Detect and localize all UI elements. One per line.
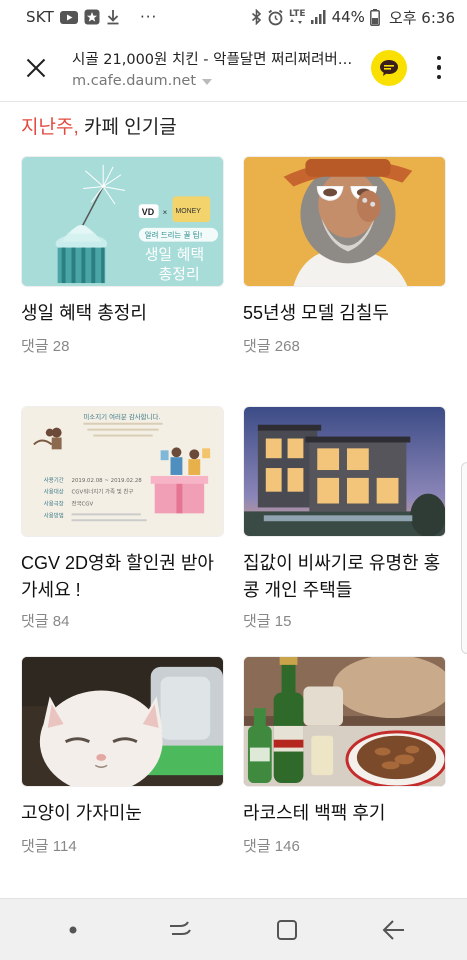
system-nav-bar — [0, 898, 467, 960]
recent-apps-button[interactable] — [150, 905, 210, 955]
section-heading: 지난주, 카페 인기글 — [21, 112, 177, 139]
dot-icon — [69, 926, 77, 933]
more-dot-icon — [436, 74, 442, 80]
post-title: CGV 2D영화 할인권 받아가세요 ! — [21, 553, 214, 600]
edge-panel-handle[interactable] — [461, 462, 467, 654]
bluetooth-icon — [251, 9, 262, 25]
youtube-icon — [59, 10, 78, 24]
post-thumbnail-food — [243, 656, 446, 787]
svg-text:VD: VD — [142, 207, 155, 217]
post-card[interactable]: 55년생 모델 김칠두 댓글 268 — [243, 156, 446, 406]
post-title: 생일 혜택 총정리 — [21, 303, 147, 323]
thumb-value-2: CGV워너지기 가족 및 친구 — [72, 488, 134, 496]
page-title-block: 시골 21,000원 치킨 - 악플달면 쩌리쩌려버… m.cafe.daum.… — [72, 46, 371, 89]
post-thumbnail-birthday: VD × MONEY 알려 드리는 꿀 팁! 생일 혜택 총정리 — [21, 156, 224, 287]
download-icon — [106, 9, 120, 25]
alarm-icon — [267, 9, 284, 26]
kakaotalk-share-button[interactable] — [371, 49, 407, 86]
post-comment-count: 댓글 114 — [21, 838, 77, 855]
recent-apps-icon — [170, 920, 192, 935]
post-thumbnail-model — [243, 156, 446, 287]
post-card[interactable]: VD × MONEY 알려 드리는 꿀 팁! 생일 혜택 총정리 생일 혜택 총… — [21, 156, 224, 406]
svg-text:MONEY: MONEY — [175, 208, 201, 215]
post-title: 라코스테 백팩 후기 — [243, 803, 386, 823]
thumb-label-4: 사용방법 — [44, 511, 64, 519]
clock: 오후 6:36 — [388, 8, 455, 27]
thumb-line-2: 총정리 — [159, 266, 200, 283]
post-thumbnail-cgv: 미소지기 여러분 감사합니다. 사용기간 2019.02.08 ~ 2019.0… — [21, 406, 224, 537]
page-url-row[interactable]: m.cafe.daum.net — [72, 73, 371, 89]
page-title: 시골 21,000원 치킨 - 악플달면 쩌리쩌려버… — [72, 52, 352, 68]
more-dot-icon — [436, 55, 442, 61]
post-card[interactable]: 고양이 가자미눈 댓글 114 — [21, 656, 224, 906]
close-button[interactable] — [0, 34, 72, 102]
thumb-value-1: 2019.02.08 ~ 2019.02.28 — [72, 478, 143, 484]
chevron-down-icon — [202, 79, 213, 85]
post-title: 55년생 모델 김칠두 — [243, 303, 389, 323]
browser-header: 시골 21,000원 치킨 - 악플달면 쩌리쩌려버… m.cafe.daum.… — [0, 34, 467, 102]
app-badge-icon — [84, 9, 100, 25]
thumb-value-3: 전국CGV — [72, 499, 94, 507]
post-card[interactable]: 미소지기 여러분 감사합니다. 사용기간 2019.02.08 ~ 2019.0… — [21, 406, 224, 656]
thumb-label-3: 사용극장 — [44, 499, 64, 507]
carrier-label: SKT — [26, 8, 54, 26]
lte-label: LTE — [289, 9, 306, 19]
svg-text:×: × — [163, 208, 168, 217]
post-card[interactable]: 라코스테 백팩 후기 댓글 146 — [243, 656, 446, 906]
post-title: 집값이 비싸기로 유명한 홍콩 개인 주택들 — [243, 553, 441, 600]
page-url: m.cafe.daum.net — [72, 73, 197, 89]
lte-icon: LTE — [289, 10, 306, 24]
home-button[interactable] — [257, 905, 317, 955]
post-thumbnail-house — [243, 406, 446, 537]
section-heading-accent: 지난주, — [21, 117, 79, 138]
nav-dot-button[interactable] — [43, 905, 103, 955]
thumb-label-2: 사용대상 — [44, 488, 64, 496]
thumb-label-1: 사용기간 — [44, 476, 64, 484]
section-heading-rest: 카페 인기글 — [78, 117, 177, 138]
post-comment-count: 댓글 84 — [21, 613, 70, 630]
post-comment-count: 댓글 268 — [243, 338, 300, 355]
post-title: 고양이 가자미눈 — [21, 803, 142, 823]
back-arrow-icon — [382, 919, 404, 940]
close-icon — [26, 58, 46, 77]
post-comment-count: 댓글 15 — [243, 613, 292, 630]
battery-percent: 44% — [331, 8, 365, 26]
post-card[interactable]: 집값이 비싸기로 유명한 홍콩 개인 주택들 댓글 15 — [243, 406, 446, 656]
status-left: SKT ··· — [26, 8, 157, 26]
status-bar: SKT ··· LTE 44% 오후 6:36 — [0, 0, 467, 34]
more-dot-icon — [436, 65, 442, 70]
thumb-headline: 미소지기 여러분 감사합니다. — [83, 412, 160, 421]
chat-bubble-icon — [380, 59, 398, 76]
popular-posts-grid: VD × MONEY 알려 드리는 꿀 팁! 생일 혜택 총정리 생일 혜택 총… — [21, 156, 446, 906]
thumb-banner-text: 알려 드리는 꿀 팁! — [145, 231, 203, 240]
post-comment-count: 댓글 146 — [243, 838, 300, 855]
home-icon — [276, 919, 297, 940]
more-options-button[interactable] — [425, 48, 453, 88]
signal-icon — [310, 10, 327, 24]
back-button[interactable] — [364, 905, 424, 955]
status-right: LTE 44% 오후 6:36 — [251, 7, 455, 28]
post-comment-count: 댓글 28 — [21, 338, 70, 355]
more-notifications-dots: ··· — [139, 8, 158, 26]
battery-icon — [369, 8, 380, 26]
thumb-line-1: 생일 혜택 — [145, 246, 204, 263]
post-thumbnail-cat — [21, 656, 224, 787]
